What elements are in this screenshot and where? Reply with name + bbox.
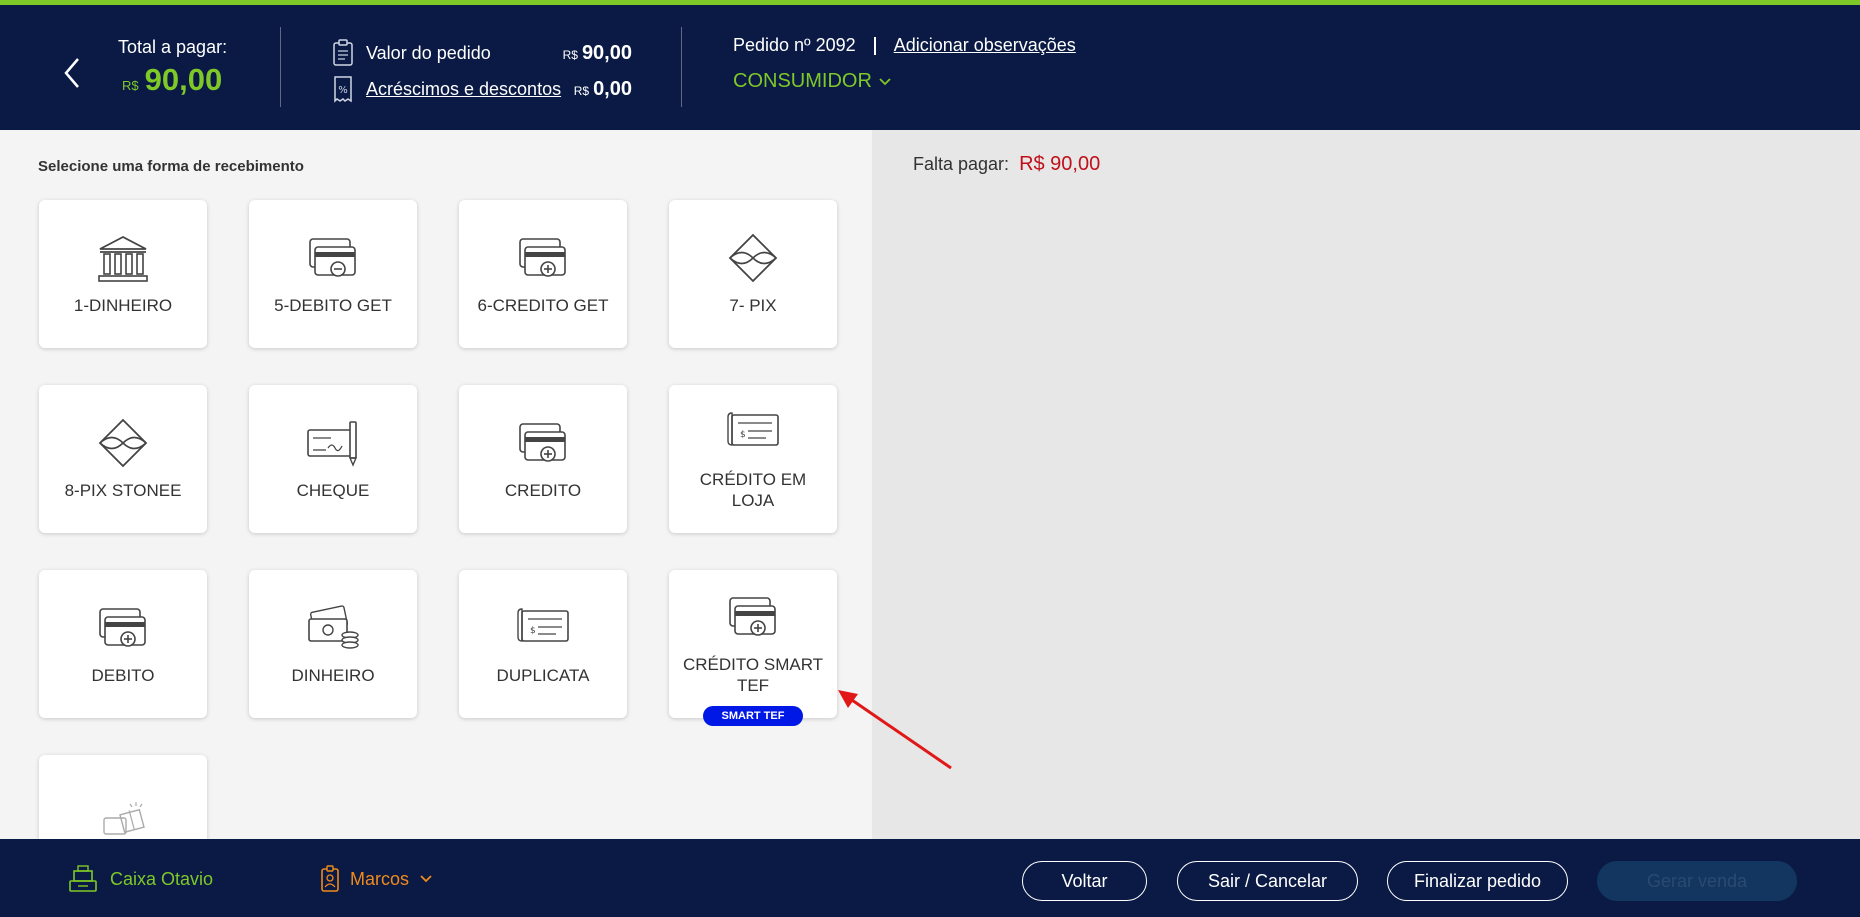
order-values: Valor do pedido R$ 90,00 % Acréscimos e … [332,35,632,107]
svg-text:$: $ [740,430,746,440]
payment-method-card[interactable]: $ CRÉDITO EM LOJA [669,385,837,533]
store-credit-icon: $ [727,412,779,446]
payment-method-label: 7- PIX [729,295,777,315]
payment-method-card[interactable]: CREDITO [459,385,627,533]
payment-method-card[interactable]: 8-PIX STONEE [39,385,207,533]
acrescimos-row: % Acréscimos e descontos R$ 0,00 [332,71,632,107]
user-dropdown[interactable]: Marcos [320,865,433,893]
cash-icon [308,604,359,649]
payment-method-card[interactable]: 6-CREDITO GET [459,200,627,348]
card-plus-icon [729,597,776,636]
payment-method-label: CRÉDITO EM LOJA [699,470,807,510]
cheque-icon [307,420,358,467]
discount-receipt-icon: % [334,76,352,103]
payment-method-label: 8-PIX STONEE [64,480,182,500]
valor-pedido-currency: R$ [562,47,578,62]
payment-method-card[interactable]: CRÉDITO SMART TEF SMART TEF [669,570,837,726]
header-divider [681,27,682,107]
smart-tef-badge: SMART TEF [703,706,803,726]
acrescimos-value: 0,00 [593,77,632,100]
falta-pagar-value: R$ 90,00 [1019,153,1101,175]
pedido-row: Pedido nº 2092 Adicionar observações [733,35,1076,56]
duplicata-icon: $ [517,607,569,642]
pix-icon [98,418,148,467]
svg-text:%: % [338,85,348,96]
clipboard-icon [333,39,353,66]
payment-method-card[interactable]: 7- PIX [669,200,837,348]
payment-method-label: CHEQUE [296,480,370,500]
valor-pedido-row: Valor do pedido R$ 90,00 [332,35,632,71]
valor-pedido-label: Valor do pedido [366,42,491,63]
falta-pagar: Falta pagar: R$ 90,00 [913,153,1100,176]
gift-card-icon [103,802,145,835]
back-chevron-icon[interactable] [58,53,88,93]
payment-method-label: DINHEIRO [291,665,375,685]
cash-register-icon [69,865,97,892]
header-divider [280,27,281,107]
payment-method-card[interactable]: DEBITO [39,570,207,718]
payment-method-card[interactable]: $ DUPLICATA [459,570,627,718]
card-minus-icon [309,237,356,277]
gerar-venda-button[interactable]: Gerar venda [1597,861,1797,901]
falta-pagar-label: Falta pagar: [913,154,1010,174]
payment-methods-panel: Selecione uma forma de recebimento 1-DIN… [0,130,872,839]
payment-method-card[interactable]: CHEQUE [249,385,417,533]
header: Total a pagar: R$ 90,00 Valor do pedido … [0,5,1860,130]
payment-method-card[interactable]: 1-DINHEIRO [39,200,207,348]
payment-method-label: 6-CREDITO GET [477,295,609,315]
total-block: Total a pagar: R$ 90,00 [118,37,227,98]
chevron-down-icon [420,875,432,883]
bank-icon [98,235,148,282]
footer: Caixa Otavio Marcos Voltar Sair / Cancel… [0,839,1860,917]
payment-method-card[interactable]: 5-DEBITO GET [249,200,417,348]
valor-pedido-amount: R$ 90,00 [563,42,632,65]
acrescimos-currency: R$ [573,83,590,98]
pedido-separator [873,36,876,55]
total-label: Total a pagar: [118,37,228,57]
card-plus-icon [519,237,566,277]
chevron-down-icon [879,77,891,85]
consumidor-dropdown[interactable]: CONSUMIDOR [733,70,1076,93]
total-value: R$ 90,00 [118,62,227,98]
acrescimos-link[interactable]: Acréscimos e descontos [366,79,561,100]
badge-id-icon [321,865,339,892]
payment-method-label: CRÉDITO SMART TEF [682,655,824,695]
total-amount: 90,00 [144,62,223,97]
pedido-number: Pedido nº 2092 [733,35,856,55]
caixa-label: Caixa Otavio [110,868,214,889]
card-plus-icon [519,422,566,462]
consumidor-label: CONSUMIDOR [733,70,872,92]
payment-method-label: DEBITO [91,665,155,685]
voltar-button[interactable]: Voltar [1022,861,1147,901]
payment-method-label: DUPLICATA [496,665,590,685]
finalizar-pedido-button[interactable]: Finalizar pedido [1387,861,1568,901]
valor-pedido-value: 90,00 [581,41,632,64]
payment-method-label: 1-DINHEIRO [73,295,173,315]
svg-text:$: $ [530,626,536,636]
payment-summary-panel [872,130,1860,839]
total-currency: R$ [122,78,139,93]
payment-method-card[interactable]: DINHEIRO [249,570,417,718]
card-plus-icon [99,607,146,647]
user-label: Marcos [350,868,410,889]
pix-icon [728,233,778,282]
payment-method-label: CREDITO [504,480,582,500]
payment-method-label: 5-DEBITO GET [274,295,392,315]
acrescimos-amount: R$ 0,00 [574,78,632,101]
payment-method-card[interactable] [39,755,207,839]
section-title: Selecione uma forma de recebimento [38,158,304,175]
sair-cancelar-button[interactable]: Sair / Cancelar [1177,861,1358,901]
pedido-block: Pedido nº 2092 Adicionar observações CON… [733,35,1076,93]
caixa-info: Caixa Otavio [68,865,213,893]
adicionar-observacoes-link[interactable]: Adicionar observações [894,35,1076,56]
